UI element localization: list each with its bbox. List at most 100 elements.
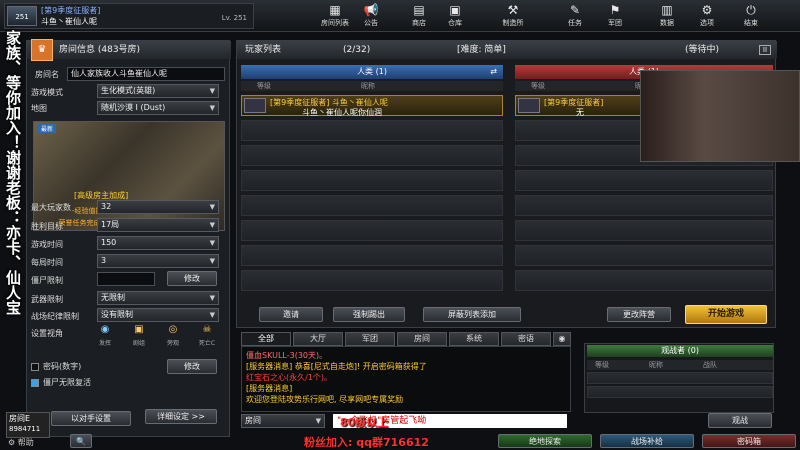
player-slot[interactable] [515, 220, 773, 241]
player-name: 斗鱼丶崔仙人呢 [41, 17, 97, 26]
chat-channel-select[interactable]: 房间 [241, 414, 325, 428]
nav-label: 商店 [412, 19, 426, 27]
col-rank: 等级 [257, 82, 271, 90]
win-target-label: 胜利目标 [31, 222, 63, 231]
nav-1[interactable]: 📢 公告 [352, 2, 390, 30]
search-button[interactable]: 🔍 [70, 434, 92, 448]
player-slot[interactable] [515, 245, 773, 266]
revive-checkbox[interactable] [31, 379, 39, 387]
revive-label: 僵尸无限复活 [43, 378, 91, 387]
chat-tab-0[interactable]: 全部 [241, 332, 291, 346]
death-cam-icon[interactable]: ☠ [193, 324, 221, 335]
player-slot[interactable] [241, 120, 503, 141]
detail-settings-button[interactable]: 详细设定 >> [145, 409, 217, 424]
password-box-button[interactable]: 密码箱 [702, 434, 796, 448]
password-checkbox[interactable] [31, 363, 39, 371]
player-count: (2/32) [343, 45, 371, 55]
player-slot[interactable] [241, 195, 503, 216]
player-slot[interactable] [515, 270, 773, 291]
start-game-button[interactable]: 开始游戏 [685, 305, 767, 324]
spectate-icon[interactable]: ◎ [159, 324, 187, 335]
nav-9[interactable]: ⏻ 结束 [732, 2, 770, 30]
nav-label: 数据 [660, 19, 674, 27]
camera-icon[interactable]: ◉ [91, 324, 119, 335]
col-rank-b: 等级 [531, 82, 545, 90]
slot-player-name: 无 [576, 108, 584, 117]
discipline-label: 战场纪律限制 [31, 312, 79, 321]
view-label-4: 死亡C [198, 340, 216, 347]
chat-tab-2[interactable]: 军团 [345, 332, 395, 346]
nav-4[interactable]: ⚒ 制造所 [494, 2, 532, 30]
modify-button[interactable]: 修改 [167, 271, 217, 286]
view-options: ◉ ▣ ◎ ☠ 发挥 剧组 旁观 死亡C [91, 324, 221, 350]
difficulty: [难度: 简单] [457, 45, 506, 55]
spec-col-clan: 战队 [703, 361, 717, 369]
modify-password-button[interactable]: 修改 [167, 359, 217, 374]
top-bar: 251 [第9季度征服者] 斗鱼丶崔仙人呢 Lv. 251 ▦ 房间列表 📢 公告 ▤ 商… [0, 0, 800, 32]
nav-3[interactable]: ▣ 仓库 [436, 2, 474, 30]
invite-button[interactable]: 邀请 [259, 307, 323, 322]
zombie-limit-field[interactable] [97, 272, 155, 286]
stream-message-2: 粉丝加入: qq群716612 [304, 436, 429, 449]
nav-8[interactable]: ⚙ 选项 [688, 2, 726, 30]
view-label: 设置视角 [31, 329, 63, 338]
explore-button[interactable]: 绝地探索 [498, 434, 592, 448]
player-list-header: 玩家列表 (2/32) [难度: 简单] (等待中) II [237, 41, 777, 59]
chat-tab-3[interactable]: 房间 [397, 332, 447, 346]
mode-select[interactable]: 生化模式(英雄) [97, 84, 219, 98]
nav-6[interactable]: ⚑ 军团 [596, 2, 634, 30]
chat-log: 僵血SKULL-3(30天)。 [服务器消息] 恭喜[尼式自走炮]! 开启密码箱获… [241, 346, 571, 412]
map-select[interactable]: 随机沙漠 I (Dust) [97, 101, 219, 115]
game-time-select[interactable]: 150 [97, 236, 219, 250]
nav-icon: ▤ [413, 3, 425, 17]
player-slot[interactable]: [第9季度征服者] 斗鱼丶崔仙人呢 斗鱼丶崔仙人呢你仙涸 [241, 95, 503, 117]
player-slot[interactable] [515, 170, 773, 191]
mode-label: 游戏模式 [31, 88, 63, 97]
nav-0[interactable]: ▦ 房间列表 [316, 2, 354, 30]
opponent-settings-button[interactable]: 以对手设置 [51, 411, 131, 426]
nav-5[interactable]: ✎ 任务 [556, 2, 594, 30]
max-players-select[interactable]: 32 [97, 200, 219, 214]
slot-player-title: [第9季度征服者] [544, 98, 604, 107]
help-label: 帮助 [17, 438, 34, 447]
change-team-button[interactable]: 更改阵营 [607, 307, 671, 322]
eye-icon[interactable]: ◉ [553, 332, 571, 346]
chat-tab-4[interactable]: 系统 [449, 332, 499, 346]
player-slot[interactable] [241, 245, 503, 266]
new-badge: 最新 [38, 124, 57, 133]
player-slot[interactable] [515, 195, 773, 216]
nav-icon: ▣ [449, 3, 461, 17]
rank-icon [244, 98, 266, 113]
discipline-select[interactable]: 没有限制 [97, 308, 219, 322]
player-slot[interactable] [241, 170, 503, 191]
nav-2[interactable]: ▤ 商店 [400, 2, 438, 30]
block-list-button[interactable]: 屏蔽列表添加 [423, 307, 521, 322]
swap-icon[interactable]: ⇄ [490, 65, 497, 79]
room-header: 房间信息 (483号房) [27, 41, 231, 59]
player-title: [第9季度征服者] [41, 6, 101, 15]
supply-button[interactable]: 战场补给 [600, 434, 694, 448]
player-card: 251 [第9季度征服者] 斗鱼丶崔仙人呢 Lv. 251 [4, 3, 254, 29]
round-time-select[interactable]: 3 [97, 254, 219, 268]
chat-tab-5[interactable]: 密语 [501, 332, 551, 346]
kick-button[interactable]: 强制踢出 [333, 307, 405, 322]
password-label: 密码(数字) [43, 362, 82, 371]
win-target-select[interactable]: 17局 [97, 218, 219, 232]
nav-label: 公告 [364, 19, 378, 27]
nav-icon: ⚒ [507, 3, 519, 17]
chat-line: 红宝石之心(永久/1个)。 [246, 373, 333, 382]
player-slot[interactable] [241, 270, 503, 291]
chat-line: [服务器消息] [246, 384, 293, 393]
player-slot[interactable] [241, 145, 503, 166]
pause-icon[interactable]: II [759, 45, 771, 55]
player-slot[interactable] [241, 220, 503, 241]
spectate-button[interactable]: 观战 [708, 413, 772, 428]
weapon-limit-select[interactable]: 无限制 [97, 291, 219, 305]
nav-7[interactable]: ▥ 数据 [648, 2, 686, 30]
film-icon[interactable]: ▣ [125, 324, 153, 335]
stream-overlay-text: 家族、等你加入！谢谢老板：亦卡、仙人宝 [4, 30, 22, 315]
chat-tab-1[interactable]: 大厅 [293, 332, 343, 346]
room-name-label: 房间名 [35, 70, 59, 79]
help-link[interactable]: ⚙ 帮助 [8, 437, 34, 448]
room-name-field[interactable]: 仙人家族收人斗鱼崔仙人呢 [67, 67, 225, 81]
